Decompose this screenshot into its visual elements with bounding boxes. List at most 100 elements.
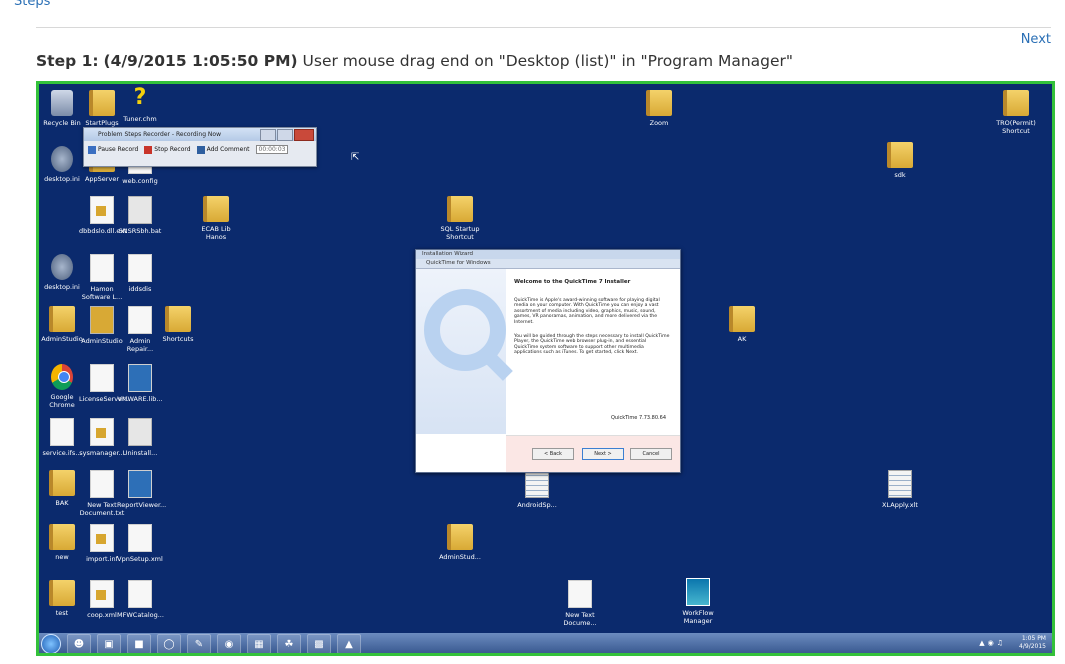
document-icon — [90, 580, 114, 608]
taskbar: ☻ ▣ ■ ◯ ✎ ◉ ▦ ☘ ▩ ▲ ▲◉♫ 1:05 PM 4/9/2015 — [39, 633, 1052, 653]
desktop-icon-sql-startup[interactable]: SQL Startup Shortcut — [437, 196, 483, 241]
chrome-icon — [51, 364, 73, 390]
taskbar-window-icon[interactable]: ▩ — [307, 634, 331, 653]
taskbar-cmd-icon[interactable]: ▣ — [97, 634, 121, 653]
minimize-icon[interactable] — [260, 129, 276, 141]
maximize-icon[interactable] — [277, 129, 293, 141]
folder-icon — [203, 196, 229, 222]
taskbar-ie-icon[interactable]: ◯ — [157, 634, 181, 653]
stop-icon — [144, 145, 153, 154]
document-icon — [128, 254, 152, 282]
recorder-title: Problem Steps Recorder - Recording Now — [98, 131, 221, 138]
clock-time: 1:05 PM — [1021, 635, 1046, 642]
document-icon — [568, 580, 592, 608]
desktop-icon-iddsdis[interactable]: iddsdis — [117, 254, 163, 293]
desktop-icon-workflow-manager[interactable]: WorkFlow Manager — [675, 578, 721, 625]
desktop: Recycle Bin StartPlugs ? Tuner.chm Zoom T… — [39, 84, 1052, 633]
quicktime-installer-dialog: Installation Wizard QuickTime for Window… — [415, 249, 681, 473]
help-file-icon: ? — [133, 85, 147, 110]
installer-content: Welcome to the QuickTime 7 Installer Qui… — [514, 279, 670, 364]
desktop-icon-ecab-shares[interactable]: ECAB Lib Hanos — [193, 196, 239, 241]
desktop-icon-zoom[interactable]: Zoom — [636, 90, 682, 127]
folder-icon — [447, 196, 473, 222]
installer-version: QuickTime 7.73.80.64 — [611, 415, 666, 421]
step-prefix: Step 1: — [36, 52, 99, 70]
desktop-icon-vmware-file[interactable]: VMWARE.lib... — [117, 364, 163, 403]
taskbar-chrome-icon[interactable]: ◉ — [217, 634, 241, 653]
cancel-button[interactable]: Cancel — [630, 448, 672, 460]
add-comment-button[interactable]: Add Comment — [196, 145, 250, 154]
desktop-icon-uninstall[interactable]: Uninstall... — [117, 418, 163, 457]
step-timestamp: (4/9/2015 1:05:50 PM) — [103, 52, 298, 70]
back-button[interactable]: < Back — [532, 448, 574, 460]
pause-record-button[interactable]: Pause Record — [88, 145, 138, 154]
desktop-icon-android-sp[interactable]: AndroidSp... — [514, 470, 560, 509]
comment-icon — [196, 145, 205, 154]
desktop-icon-admin-studio-3[interactable]: AdminStud... — [437, 524, 483, 561]
mouse-cursor-icon: ⇱ — [351, 152, 360, 163]
quicktime-logo-icon — [424, 289, 506, 371]
next-link[interactable]: Next — [1021, 32, 1051, 47]
stop-record-button[interactable]: Stop Record — [144, 145, 191, 154]
taskbar-clock[interactable]: 1:05 PM 4/9/2015 — [1019, 635, 1046, 651]
divider — [36, 27, 1051, 28]
desktop-icon-sdk[interactable]: sdk — [877, 142, 923, 179]
desktop-icon-vpn-setup[interactable]: VpnSetup.xml — [117, 524, 163, 563]
folder-icon — [887, 142, 913, 168]
application-icon — [128, 470, 152, 498]
spreadsheet-icon — [525, 470, 549, 498]
installer-paragraph-2: You will be guided through the steps nec… — [514, 333, 670, 356]
globe-icon — [51, 254, 73, 280]
next-button[interactable]: Next > — [582, 448, 624, 460]
step-title: Step 1: (4/9/2015 1:05:50 PM) User mouse… — [36, 52, 793, 70]
installer-banner — [416, 269, 506, 434]
taskbar-network-icon[interactable]: ▲ — [337, 634, 361, 653]
start-button[interactable] — [41, 634, 61, 653]
document-icon — [90, 364, 114, 392]
desktop-icon-ak[interactable]: AK — [719, 306, 765, 343]
step-screenshot: Recycle Bin StartPlugs ? Tuner.chm Zoom T… — [36, 81, 1055, 656]
step-description: User mouse drag end on "Desktop (list)" … — [302, 52, 794, 70]
clock-date: 4/9/2015 — [1019, 643, 1046, 650]
desktop-icon-tro-shortcut[interactable]: TRO(Permit) Shortcut — [993, 90, 1039, 135]
folder-icon — [49, 306, 75, 332]
installer-paragraph-1: QuickTime is Apple's award-winning softw… — [514, 297, 660, 325]
steps-link[interactable]: Steps — [14, 0, 50, 9]
document-icon — [90, 418, 114, 446]
globe-icon — [51, 146, 73, 172]
config-file-icon — [128, 418, 152, 446]
desktop-icon-tuner-chm[interactable]: ? Tuner.chm — [117, 85, 163, 124]
folder-icon — [165, 306, 191, 332]
document-icon — [128, 306, 152, 334]
folder-icon — [729, 306, 755, 332]
folder-icon — [49, 524, 75, 550]
taskbar-tool-icon[interactable]: ✎ — [187, 634, 211, 653]
steps-recorder-window: Problem Steps Recorder - Recording Now P… — [83, 127, 317, 167]
taskbar-paint-icon[interactable]: ☘ — [277, 634, 301, 653]
desktop-icon-mfw-config[interactable]: MFWCatalog... — [117, 580, 164, 619]
taskbar-user-icon[interactable]: ☻ — [67, 634, 91, 653]
taskbar-explorer-icon[interactable]: ■ — [127, 634, 151, 653]
desktop-icon-shortcuts[interactable]: Shortcuts — [155, 306, 201, 343]
config-file-icon — [128, 196, 152, 224]
taskbar-app-icon[interactable]: ▦ — [247, 634, 271, 653]
installer-heading: Welcome to the QuickTime 7 Installer — [514, 279, 631, 285]
document-icon — [50, 418, 74, 446]
folder-icon — [1003, 90, 1029, 116]
desktop-icon-new-text-doc-2[interactable]: New Text Docume... — [557, 580, 603, 627]
workflow-icon — [686, 578, 710, 606]
application-icon — [128, 364, 152, 392]
document-icon — [90, 196, 114, 224]
installer-icon — [90, 306, 114, 334]
installer-button-row: < Back Next > Cancel — [506, 435, 680, 472]
desktop-icon-report-viewer[interactable]: ReportViewer... — [117, 470, 166, 509]
folder-icon — [49, 580, 75, 606]
document-icon — [128, 580, 152, 608]
desktop-icon-xl-apply[interactable]: XLApply.xlt — [877, 470, 923, 509]
recorder-titlebar: Problem Steps Recorder - Recording Now — [84, 128, 316, 141]
close-icon[interactable] — [294, 129, 314, 141]
system-tray-icons[interactable]: ▲◉♫ — [979, 639, 1006, 647]
spreadsheet-icon — [888, 470, 912, 498]
desktop-icon-sqlsetup[interactable]: SNSRSbh.bat — [117, 196, 163, 235]
folder-icon — [447, 524, 473, 550]
